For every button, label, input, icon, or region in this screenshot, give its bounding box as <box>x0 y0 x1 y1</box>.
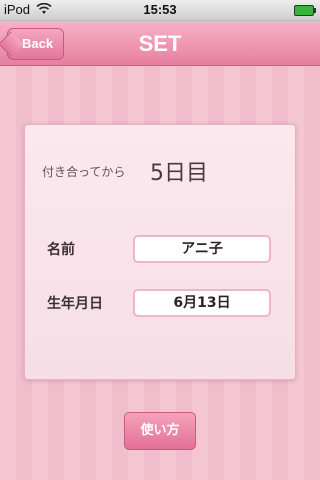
name-label: 名前 <box>47 242 75 258</box>
status-bar: iPod 15:53 <box>0 0 320 21</box>
nav-bar: Back SET <box>0 21 320 66</box>
name-field[interactable]: アニ子 <box>133 235 271 263</box>
birthday-field[interactable]: 6月13日 <box>133 289 271 317</box>
battery-icon <box>294 5 316 16</box>
page-title: SET <box>138 31 182 56</box>
days-together-value: 5日目 <box>150 161 208 186</box>
days-together-label: 付き合ってから <box>42 165 126 179</box>
how-to-use-button[interactable]: 使い方 <box>124 412 196 450</box>
birthday-label: 生年月日 <box>47 296 103 312</box>
settings-card: 付き合ってから 5日目 名前 アニ子 生年月日 6月13日 <box>24 124 296 380</box>
clock: 15:53 <box>143 2 177 17</box>
